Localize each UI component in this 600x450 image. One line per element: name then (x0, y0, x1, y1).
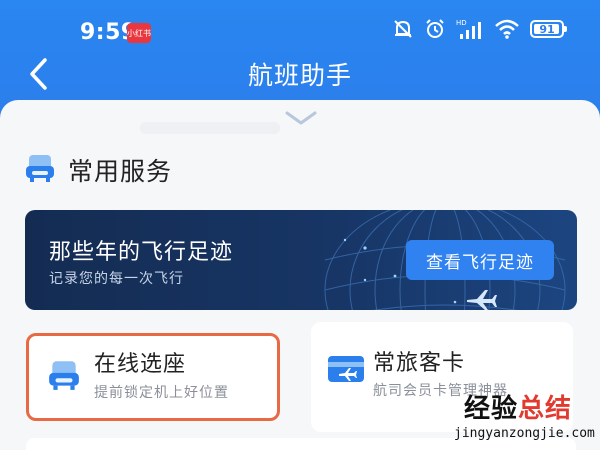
battery-level: 91 (539, 22, 555, 36)
app-notification-badge: 小红书 (127, 23, 151, 43)
banner-subtitle: 记录您的每一次飞行 (49, 271, 184, 287)
card-title: 在线选座 (94, 352, 187, 377)
status-bar: 9:59 小红书 HD 91 (0, 0, 600, 50)
card-title: 常旅客卡 (373, 351, 466, 376)
online-seat-card[interactable]: 在线选座 提前锁定机上好位置 (26, 333, 280, 421)
seat-icon (24, 152, 56, 188)
page-title: 航班助手 (247, 61, 352, 90)
airplane-icon (467, 290, 497, 310)
faint-strip (140, 122, 280, 134)
collapse-handle[interactable] (284, 108, 318, 128)
alarm-icon (424, 18, 446, 40)
wifi-icon (494, 18, 520, 40)
header: 9:59 小红书 HD 91 航班助手 (0, 0, 600, 110)
nav-bar: 航班助手 (0, 50, 600, 98)
seat-icon (47, 358, 81, 396)
card-subtitle: 提前锁定机上好位置 (94, 385, 229, 401)
section-header: 常用服务 (24, 152, 172, 188)
watermark-url: jingyanzongjie.com (454, 426, 595, 441)
view-footprint-button[interactable]: 查看飞行足迹 (406, 240, 554, 280)
svg-text:HD: HD (456, 19, 467, 27)
mute-bell-icon (392, 18, 414, 40)
section-title: 常用服务 (68, 157, 173, 186)
flight-footprint-banner[interactable]: 那些年的飞行足迹 记录您的每一次飞行 查看飞行足迹 (25, 210, 577, 310)
hd-signal-icon: HD (456, 18, 484, 40)
chevron-down-icon (285, 111, 317, 125)
banner-title: 那些年的飞行足迹 (49, 240, 234, 265)
battery-icon: 91 (530, 20, 567, 38)
watermark-text: 经验总结 (464, 394, 573, 424)
plane-card-icon (327, 352, 365, 390)
status-icons: HD 91 (392, 18, 567, 40)
watermark: 经验总结 jingyanzongjie.com (440, 388, 600, 450)
